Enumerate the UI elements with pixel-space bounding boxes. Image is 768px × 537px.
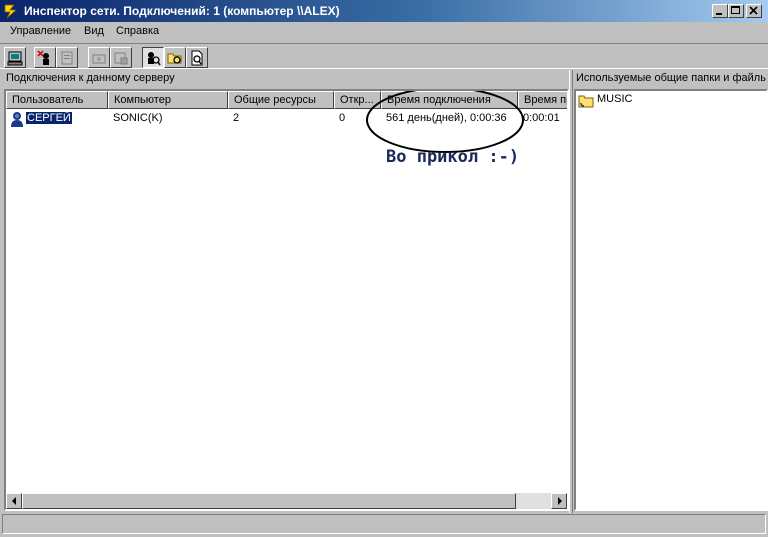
minimize-button[interactable] xyxy=(712,4,728,18)
folder-label: MUSIC xyxy=(597,93,633,105)
minimize-icon xyxy=(716,13,722,15)
scroll-left-button[interactable] xyxy=(6,493,22,509)
computer-icon xyxy=(7,51,23,66)
menu-view[interactable]: Вид xyxy=(84,25,104,37)
open-files-view-button[interactable] xyxy=(186,47,208,68)
close-icon xyxy=(749,6,758,15)
shared-folders-view-icon xyxy=(167,53,182,64)
connections-list[interactable]: Пользователь Компьютер Общие ресурсы Отк… xyxy=(4,89,569,511)
disconnect-user-button[interactable] xyxy=(34,47,56,68)
open-files-view-icon xyxy=(191,50,203,66)
folder-icon xyxy=(578,95,594,108)
properties-icon xyxy=(61,51,73,65)
pane-splitter[interactable] xyxy=(569,70,573,513)
table-row[interactable]: СЕРГЕЙ xyxy=(26,112,72,124)
column-header-computer[interactable]: Компьютер xyxy=(108,91,228,109)
annotation-text: Во прикол :-) xyxy=(386,147,520,167)
scroll-thumb[interactable] xyxy=(22,493,516,509)
horizontal-scrollbar[interactable] xyxy=(6,493,567,509)
window-title: Инспектор сети. Подключений: 1 (компьюте… xyxy=(24,4,340,18)
window: Инспектор сети. Подключений: 1 (компьюте… xyxy=(0,0,768,537)
column-header-user[interactable]: Пользователь xyxy=(6,91,108,109)
network-monitor-icon xyxy=(4,4,18,19)
open-cell: 0 xyxy=(339,112,346,124)
shared-folders-pane-label: Используемые общие папки и файлы xyxy=(576,72,766,84)
title-bar[interactable]: Инспектор сети. Подключений: 1 (компьюте… xyxy=(0,0,768,22)
users-view-button[interactable] xyxy=(142,47,164,68)
select-computer-button[interactable] xyxy=(4,47,26,68)
user-name-cell: СЕРГЕЙ xyxy=(26,112,72,124)
arrow-left-icon xyxy=(12,497,16,505)
share-properties-button[interactable] xyxy=(110,47,132,68)
arrow-right-icon xyxy=(558,497,562,505)
connections-pane-label: Подключения к данному серверу xyxy=(6,72,175,84)
scroll-right-button[interactable] xyxy=(551,493,567,509)
user-icon xyxy=(11,112,23,127)
idle-time-cell: 0:00:01 xyxy=(523,112,560,124)
maximize-icon xyxy=(731,6,740,14)
column-header-shares[interactable]: Общие ресурсы xyxy=(228,91,334,109)
share-properties-icon xyxy=(114,52,128,65)
share-button[interactable] xyxy=(88,47,110,68)
shared-folders-list[interactable]: MUSIC xyxy=(574,89,768,511)
maximize-button[interactable] xyxy=(728,4,744,18)
annotation-ellipse xyxy=(366,91,524,153)
users-view-icon xyxy=(148,52,161,66)
close-button[interactable] xyxy=(746,4,762,18)
shares-cell: 2 xyxy=(233,112,240,124)
share-icon xyxy=(92,54,106,64)
properties-button[interactable] xyxy=(56,47,78,68)
disconnect-user-icon xyxy=(37,50,49,65)
computer-cell: SONIC(K) xyxy=(113,112,163,124)
menu-bar: Управление Вид Справка xyxy=(0,22,768,41)
shared-folders-view-button[interactable] xyxy=(164,47,186,68)
menu-help[interactable]: Справка xyxy=(116,25,159,37)
toolbar xyxy=(0,43,768,69)
status-bar xyxy=(2,514,766,534)
menu-manage[interactable]: Управление xyxy=(10,25,71,37)
